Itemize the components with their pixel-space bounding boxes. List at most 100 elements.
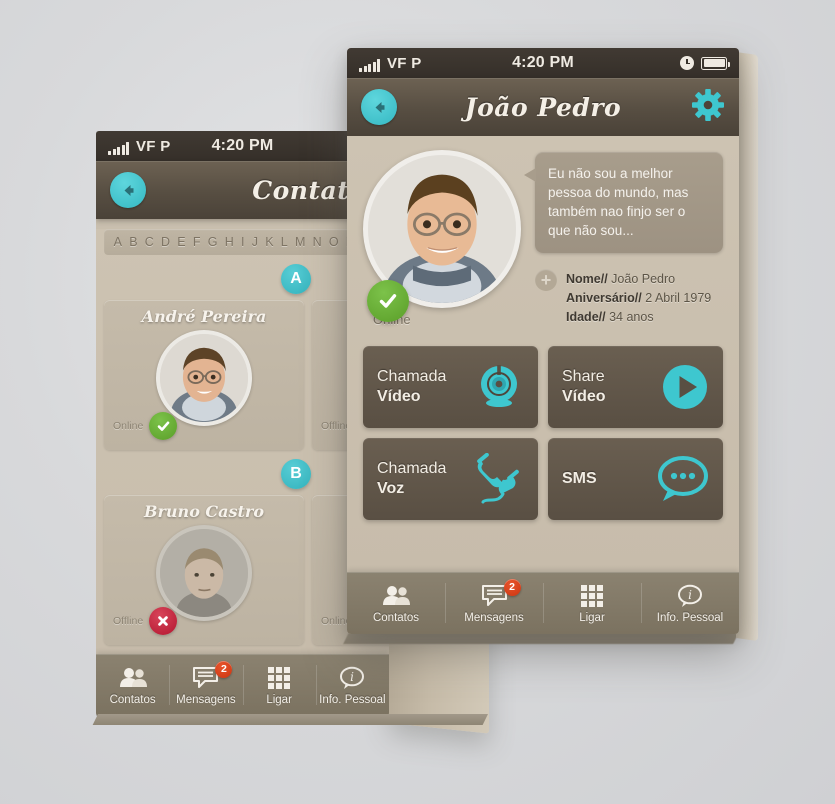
alpha-letter[interactable]: I xyxy=(241,235,244,249)
contact-row-a: André Pereira Online Offline xyxy=(96,300,389,450)
alpha-letter[interactable]: G xyxy=(208,235,218,249)
avatar-column: Online xyxy=(363,150,521,328)
action-line1: Chamada xyxy=(377,460,447,478)
tab-mensagens[interactable]: 2 Mensagens xyxy=(169,654,242,716)
tab-label: Contatos xyxy=(372,611,420,624)
user-photo-avatar xyxy=(160,334,248,422)
contacts-people-icon xyxy=(119,665,147,691)
section-letter-badge: A xyxy=(281,264,311,294)
contact-status-label: Online xyxy=(113,420,144,432)
action-line2: Vídeo xyxy=(377,387,421,405)
detail-label: Aniversário xyxy=(566,291,635,305)
tab-label: Ligar xyxy=(266,693,292,706)
check-icon xyxy=(379,293,397,308)
alpha-letter[interactable]: M xyxy=(295,235,305,249)
action-chamada-video[interactable]: Chamada Vídeo xyxy=(363,345,538,428)
contact-name: Bruno Castro xyxy=(143,502,265,521)
check-icon xyxy=(149,412,178,440)
front-tabbar[interactable]: Contatos 2 Mensagens Ligar i Info. Pesso… xyxy=(347,572,739,634)
profile-quote-bubble: Eu não sou a melhor pessoa do mundo, mas… xyxy=(524,152,723,253)
alpha-letter[interactable]: B xyxy=(129,235,137,249)
tab-label: Info. Pessoal xyxy=(319,693,386,706)
profile-info-column: Eu não sou a melhor pessoa do mundo, mas… xyxy=(521,150,723,328)
chat-bubble-icon xyxy=(653,455,709,503)
detail-label: Nome xyxy=(566,271,601,286)
alpha-letter[interactable]: A xyxy=(114,235,122,249)
alpha-letter[interactable]: L xyxy=(281,235,288,249)
message-bubble-icon: 2 xyxy=(481,578,521,609)
user-photo-avatar xyxy=(160,529,248,617)
tab-info-pessoal[interactable]: i Info. Pessoal xyxy=(315,654,389,716)
tab-contatos[interactable]: Contatos xyxy=(347,572,445,634)
detail-sep: // xyxy=(600,271,608,286)
contact-status-label: Offline xyxy=(113,615,144,627)
detail-lines: Nome// João Pedro Aniversário// 2 Abril … xyxy=(566,269,711,328)
tab-ligar[interactable]: Ligar xyxy=(242,654,316,716)
tab-ligar[interactable]: Ligar xyxy=(543,572,641,634)
profile-details: + Nome// João Pedro Aniversário// 2 Abri… xyxy=(535,268,723,328)
info-bubble-icon: i xyxy=(677,583,703,609)
plus-icon[interactable]: + xyxy=(535,268,557,291)
contacts-people-icon xyxy=(382,583,410,609)
tab-label: Contatos xyxy=(109,693,156,706)
front-statusbar: VF P 4:20 PM xyxy=(347,48,739,78)
back-arrow-icon xyxy=(375,101,384,113)
alpha-letter[interactable]: F xyxy=(193,235,201,249)
alpha-letter[interactable]: H xyxy=(225,235,234,249)
contact-status: Online xyxy=(113,412,178,440)
profile-phone-screen[interactable]: VF P 4:20 PM João Pedro Eu não sou a mel… xyxy=(347,48,739,634)
unread-badge: 2 xyxy=(215,660,233,678)
alpha-letter[interactable]: E xyxy=(177,235,185,249)
tab-contatos[interactable]: Contatos xyxy=(96,654,169,716)
alpha-letter[interactable]: K xyxy=(265,235,273,249)
tab-label: Mensagens xyxy=(176,693,236,706)
contact-status: Offline xyxy=(113,607,178,635)
back-arrow-icon xyxy=(124,184,133,196)
section-header-b: B xyxy=(96,450,389,495)
tab-label: Ligar xyxy=(579,611,605,624)
action-chamada-voz[interactable]: Chamada Voz xyxy=(363,437,538,520)
back-button[interactable] xyxy=(361,89,397,125)
alpha-letter[interactable]: N xyxy=(313,235,322,249)
back-tabbar[interactable]: Contatos 2 Mensagens Ligar i Info. Pesso… xyxy=(96,654,389,716)
alpha-letter[interactable]: C xyxy=(145,235,154,249)
play-circle-icon xyxy=(661,363,709,411)
profile-header: Online Eu não sou a melhor pessoa do mun… xyxy=(347,136,739,328)
action-line1: Share xyxy=(562,368,605,386)
action-sms[interactable]: SMS xyxy=(548,437,723,520)
alpha-letter[interactable]: D xyxy=(161,235,170,249)
detail-value: 2 Abril 1979 xyxy=(645,291,712,305)
cross-icon xyxy=(149,607,178,635)
section-letter-badge: B xyxy=(281,459,311,489)
detail-value: João Pedro xyxy=(611,271,676,286)
contact-card[interactable]: André Pereira Online xyxy=(104,300,304,450)
keypad-grid-icon xyxy=(268,665,291,691)
contact-card[interactable]: Bruno Castro Offline xyxy=(104,495,304,645)
settings-button[interactable] xyxy=(691,88,725,127)
back-navbar: Contatos xyxy=(96,161,389,219)
section-header-a: A xyxy=(96,255,389,300)
webcam-icon xyxy=(474,363,524,411)
alphabet-index[interactable]: A B C D E F G H I J K L M N O P Q xyxy=(104,229,381,255)
detail-sep: // xyxy=(598,310,606,325)
tab-info-pessoal[interactable]: i Info. Pessoal xyxy=(641,572,739,634)
action-line1: SMS xyxy=(562,469,597,487)
action-share-video[interactable]: Share Vídeo xyxy=(548,345,723,428)
tab-mensagens[interactable]: 2 Mensagens xyxy=(445,572,543,634)
tab-label: Mensagens xyxy=(464,611,524,624)
message-bubble-icon: 2 xyxy=(192,660,233,691)
detail-value: 34 anos xyxy=(609,310,654,325)
detail-label: Idade xyxy=(566,310,599,325)
alpha-letter[interactable]: J xyxy=(252,235,258,249)
back-button[interactable] xyxy=(110,172,146,208)
info-bubble-icon: i xyxy=(339,665,365,691)
contacts-phone-screen[interactable]: VF P 4:20 PM Contatos A B C D E F G H I … xyxy=(96,131,389,716)
unread-badge: 2 xyxy=(503,578,521,596)
alpha-letter[interactable]: O xyxy=(329,235,339,249)
profile-body: Online Eu não sou a melhor pessoa do mun… xyxy=(347,136,739,572)
svg-text:i: i xyxy=(350,670,354,684)
page-title: João Pedro xyxy=(464,92,622,122)
action-line2: Voz xyxy=(377,479,405,497)
svg-text:i: i xyxy=(688,588,692,602)
phone-handset-icon xyxy=(470,452,524,505)
